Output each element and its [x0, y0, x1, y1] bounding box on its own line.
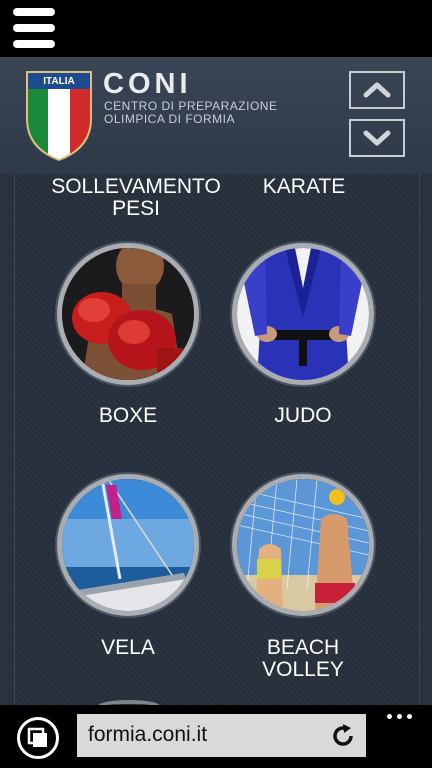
sport-image-vela[interactable]: [57, 474, 199, 616]
sport-image-boxe[interactable]: [57, 243, 199, 385]
tabs-button[interactable]: [17, 717, 59, 759]
sailing-image: [62, 479, 194, 611]
label-line: BEACH: [266, 636, 340, 659]
brand-title: CONI: [103, 68, 192, 100]
label-line: VOLLEY: [262, 658, 344, 681]
brand-subtitle-line2: Olimpica di Formia: [104, 112, 236, 126]
scroll-up-button[interactable]: [349, 71, 405, 109]
more-icon[interactable]: [385, 711, 415, 723]
coni-shield-logo[interactable]: ITALIA: [24, 69, 94, 161]
sport-image-beach-volley[interactable]: [232, 474, 374, 616]
judo-image: [237, 248, 369, 380]
label-line: PESI: [112, 197, 160, 220]
sport-label-judo[interactable]: JUDO: [213, 405, 393, 427]
sport-label-boxe[interactable]: BOXE: [38, 405, 218, 427]
sport-label-beach-volley[interactable]: BEACH VOLLEY: [213, 637, 393, 681]
label-line: SOLLEVAMENTO: [51, 175, 221, 198]
brand-subtitle: Centro di Preparazione Olimpica di Formi…: [104, 100, 277, 126]
url-text: formia.coni.it: [88, 723, 208, 746]
chevron-down-icon: [363, 130, 391, 146]
address-bar[interactable]: formia.coni.it: [77, 714, 366, 757]
sport-label-sollevamento[interactable]: SOLLEVAMENTO PESI: [46, 176, 226, 220]
sport-label-vela[interactable]: VELA: [38, 637, 218, 659]
site-header: ITALIA CONI Centro di Preparazione Olimp…: [0, 57, 432, 174]
tabs-icon: [27, 727, 47, 747]
top-bar: [0, 0, 432, 57]
hamburger-menu-icon[interactable]: [13, 8, 55, 48]
sports-grid: SOLLEVAMENTO PESI KARATE BOXE JUDO VELA …: [0, 174, 432, 705]
chevron-up-icon: [363, 82, 391, 98]
refresh-icon[interactable]: [330, 723, 356, 749]
content-panel: [14, 174, 420, 705]
label-line: KARATE: [262, 175, 346, 198]
sport-label-karate[interactable]: KARATE: [214, 176, 394, 198]
boxer-image: [62, 248, 194, 380]
scroll-down-button[interactable]: [349, 119, 405, 157]
logo-text: ITALIA: [43, 76, 74, 87]
sport-image-judo[interactable]: [232, 243, 374, 385]
browser-bar: formia.coni.it: [0, 705, 432, 768]
beach-volley-image: [237, 479, 369, 611]
